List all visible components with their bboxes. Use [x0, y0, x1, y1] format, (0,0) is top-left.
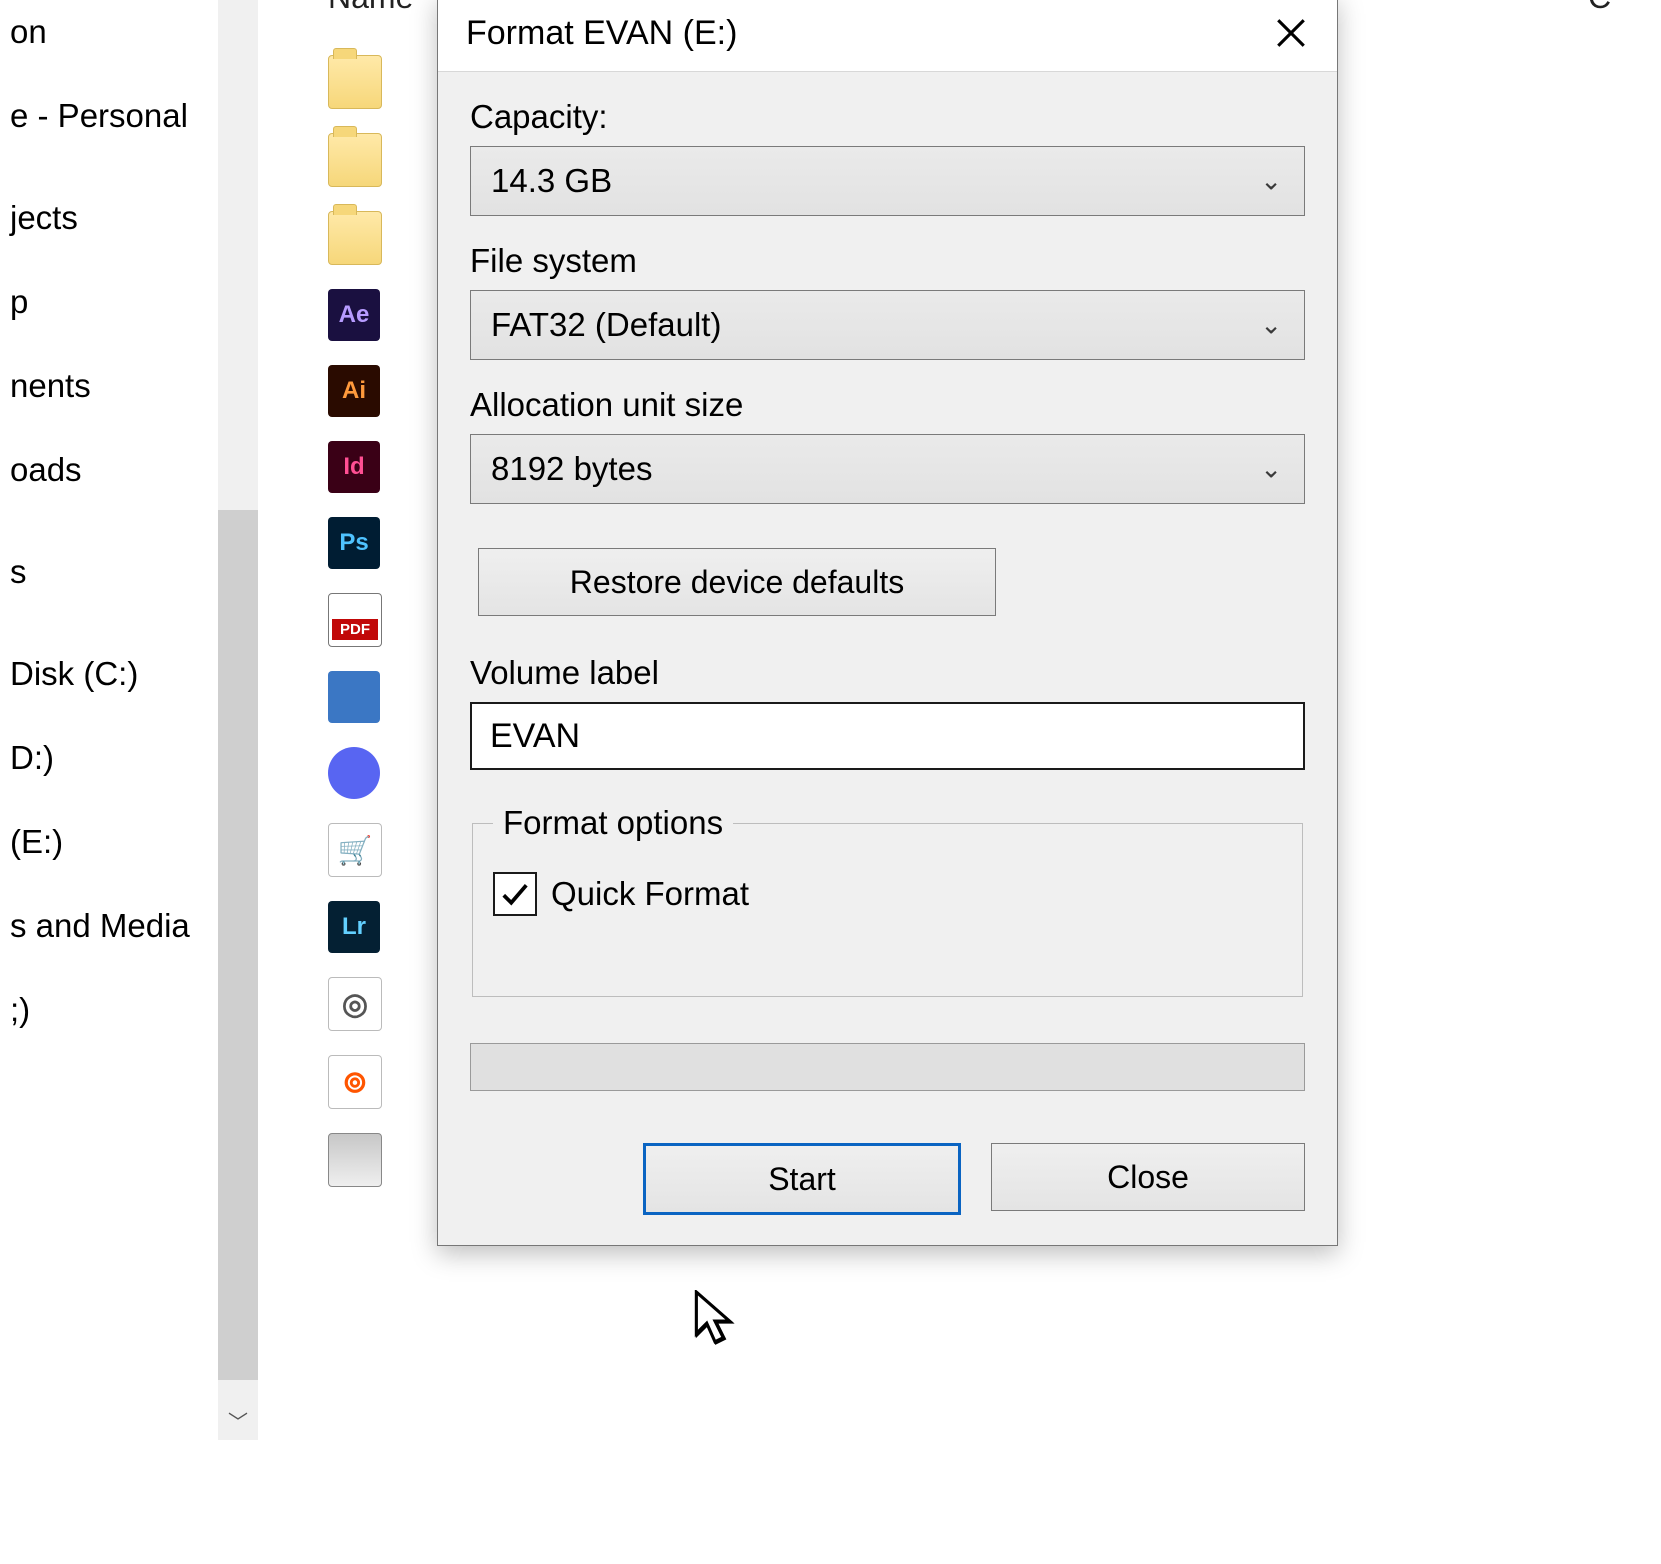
- nav-item[interactable]: ;): [0, 968, 218, 1052]
- nav-item[interactable]: nents: [0, 344, 218, 428]
- format-options-group: Format options Quick Format: [472, 804, 1303, 997]
- folder-icon[interactable]: [328, 211, 382, 265]
- format-options-legend: Format options: [493, 804, 733, 842]
- shopping-app-icon[interactable]: [328, 823, 382, 877]
- folder-icon[interactable]: [328, 55, 382, 109]
- folder-icon[interactable]: [328, 133, 382, 187]
- capacity-label: Capacity:: [470, 98, 1305, 136]
- filesystem-label: File system: [470, 242, 1305, 280]
- dialog-titlebar[interactable]: Format EVAN (E:): [438, 0, 1337, 72]
- quick-format-checkbox[interactable]: Quick Format: [493, 872, 1282, 916]
- allocation-label: Allocation unit size: [470, 386, 1305, 424]
- close-button[interactable]: [1245, 0, 1337, 71]
- discord-icon[interactable]: [328, 747, 380, 799]
- checkbox-icon: [493, 872, 537, 916]
- close-dialog-button[interactable]: Close: [991, 1143, 1305, 1211]
- nav-item[interactable]: s: [0, 530, 218, 614]
- quick-format-label: Quick Format: [551, 875, 749, 913]
- filesystem-select[interactable]: FAT32 (Default) ⌄: [470, 290, 1305, 360]
- chevron-down-icon: ⌄: [1260, 454, 1282, 485]
- volume-label-label: Volume label: [470, 654, 1305, 692]
- nav-item[interactable]: s and Media: [0, 884, 218, 968]
- allocation-select[interactable]: 8192 bytes ⌄: [470, 434, 1305, 504]
- chevron-down-icon: ⌄: [1260, 166, 1282, 197]
- format-progress-bar: [470, 1043, 1305, 1091]
- capacity-select[interactable]: 14.3 GB ⌄: [470, 146, 1305, 216]
- nav-item[interactable]: Disk (C:): [0, 632, 218, 716]
- explorer-nav-pane: one - Personal jectspnentsoads s Disk (C:)D…: [0, 0, 218, 1070]
- nav-scrollbar[interactable]: ﹀: [218, 0, 258, 1440]
- photoshop-icon[interactable]: [328, 517, 380, 569]
- allocation-value: 8192 bytes: [491, 450, 652, 488]
- nav-item[interactable]: p: [0, 260, 218, 344]
- dialog-title: Format EVAN (E:): [466, 14, 1245, 53]
- restore-defaults-button[interactable]: Restore device defaults: [478, 548, 996, 616]
- indesign-icon[interactable]: [328, 441, 380, 493]
- browser-icon[interactable]: [328, 1055, 382, 1109]
- app-shortcut-icon[interactable]: [328, 671, 380, 723]
- scroll-down-arrow[interactable]: ﹀: [218, 1400, 258, 1440]
- filesystem-value: FAT32 (Default): [491, 306, 721, 344]
- scroll-thumb[interactable]: [218, 510, 258, 1380]
- volume-label-input[interactable]: [470, 702, 1305, 770]
- nav-item[interactable]: jects: [0, 176, 218, 260]
- close-icon: [1274, 16, 1308, 50]
- capacity-value: 14.3 GB: [491, 162, 612, 200]
- nav-item[interactable]: on: [0, 0, 218, 74]
- drive-icon[interactable]: [328, 1133, 382, 1187]
- pdf-icon[interactable]: [328, 593, 382, 647]
- lightroom-icon[interactable]: [328, 901, 380, 953]
- nav-item[interactable]: (E:): [0, 800, 218, 884]
- origin-icon[interactable]: [328, 977, 382, 1031]
- column-header-contact[interactable]: C: [1588, 0, 1611, 16]
- nav-item[interactable]: oads: [0, 428, 218, 512]
- format-dialog: Format EVAN (E:) Capacity: 14.3 GB ⌄ Fil…: [437, 0, 1338, 1246]
- illustrator-icon[interactable]: [328, 365, 380, 417]
- after-effects-icon[interactable]: [328, 289, 380, 341]
- nav-item[interactable]: e - Personal: [0, 74, 218, 158]
- nav-item[interactable]: D:): [0, 716, 218, 800]
- chevron-down-icon: ⌄: [1260, 310, 1282, 341]
- start-button[interactable]: Start: [643, 1143, 961, 1215]
